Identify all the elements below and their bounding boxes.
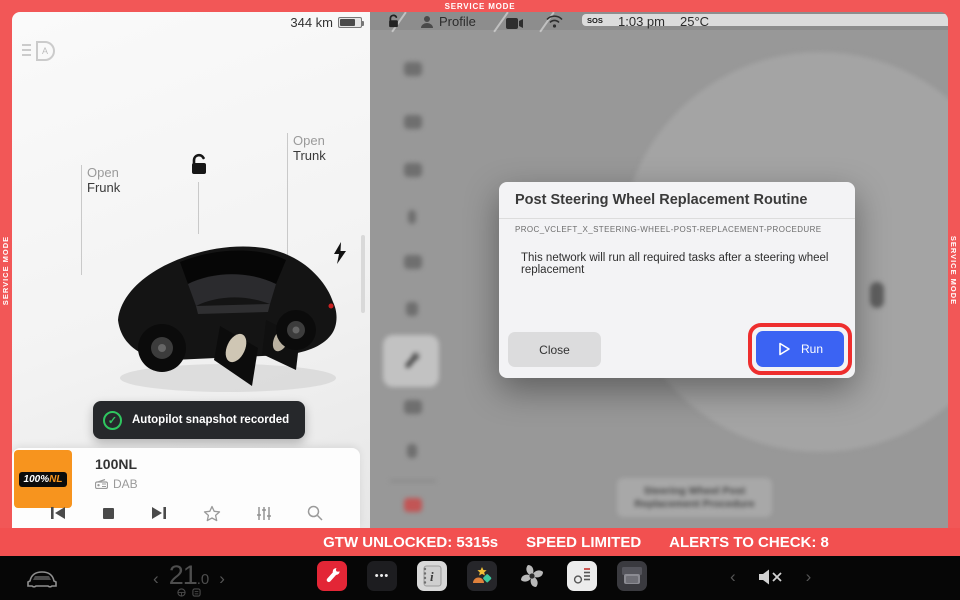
close-button[interactable]: Close: [508, 332, 601, 367]
volume-down-button[interactable]: ‹: [730, 564, 736, 590]
notebook-info-icon: i: [421, 565, 443, 587]
unlock-icon[interactable]: [188, 153, 210, 177]
autopilot-toast: ✓ Autopilot snapshot recorded: [93, 401, 305, 439]
vehicle-3d-view[interactable]: [100, 208, 352, 408]
modal-description: This network will run all required tasks…: [521, 252, 841, 276]
sidebar-selected-service-tab: [383, 335, 439, 387]
defrost-icon: [192, 588, 201, 597]
stop-button[interactable]: [102, 507, 115, 520]
dials-icon: [571, 565, 593, 587]
svg-text:A: A: [42, 46, 48, 56]
volume-controls: ‹ ›: [730, 564, 811, 590]
manual-app-icon[interactable]: i: [417, 561, 447, 591]
run-button-highlight-ring: Run: [748, 323, 852, 375]
modal-title: Post Steering Wheel Replacement Routine: [515, 192, 807, 208]
panel-scrollbar[interactable]: [361, 235, 365, 313]
speed-limited-status: SPEED LIMITED: [526, 534, 641, 551]
open-frunk-button[interactable]: Open Frunk: [87, 165, 120, 195]
sidebar-icon-2: [404, 115, 422, 129]
car-visualization-panel: 344 km A Open Frunk Open Trunk: [12, 12, 370, 528]
service-app-panel: Steering Wheel Post Replacement Procedur…: [370, 12, 948, 528]
fan-icon: [518, 562, 546, 590]
equalizer-button[interactable]: [256, 506, 272, 521]
service-mode-banner-right: SERVICE MODE: [948, 12, 960, 528]
search-button[interactable]: [307, 505, 323, 521]
statusbar-left: [12, 12, 370, 30]
service-alert-bar: GTW UNLOCKED: 5315s SPEED LIMITED ALERTS…: [0, 528, 960, 556]
profile-button[interactable]: Profile: [420, 14, 476, 29]
run-button[interactable]: Run: [756, 331, 844, 367]
taskbar: ‹ 21.0 › ••• i: [0, 556, 960, 600]
person-icon: [420, 15, 434, 29]
tuner-app-icon[interactable]: [567, 561, 597, 591]
service-mode-frame: SERVICE MODE SERVICE MODE SERVICE MODE 3…: [0, 0, 960, 600]
open-trunk-button[interactable]: Open Trunk: [293, 133, 326, 163]
temperature-value[interactable]: 21.0: [169, 560, 210, 591]
modal-divider: [499, 218, 855, 219]
sidebar-icon-3: [404, 163, 422, 177]
media-controls: [12, 500, 360, 526]
service-app-icon[interactable]: [317, 561, 347, 591]
statusbar-right: Profile SOS 1:03 pm 25°C: [370, 12, 948, 30]
muted-speaker-icon[interactable]: [758, 568, 784, 586]
main-content: 344 km A Open Frunk Open Trunk: [12, 12, 948, 528]
wrench-icon: [401, 351, 421, 371]
sidebar-icon-5: [404, 255, 422, 269]
steering-heater-icon: [177, 588, 186, 597]
media-player: 100%NL 100NL DAB: [12, 448, 360, 528]
service-mode-banner-left: SERVICE MODE: [0, 12, 12, 528]
frunk-pointer-line: [81, 165, 82, 275]
radio-icon: [95, 479, 108, 489]
printer-icon: [620, 565, 644, 587]
sidebar-divider: [390, 480, 436, 482]
volume-up-button[interactable]: ›: [806, 564, 812, 590]
climate-status-icons: [156, 588, 222, 597]
sidebar-exit-icon: [404, 498, 422, 512]
toybox-app-icon[interactable]: [467, 561, 497, 591]
vehicle-controls-icon[interactable]: [26, 567, 58, 589]
svg-text:i: i: [430, 569, 434, 584]
play-icon: [777, 342, 791, 356]
toybox-shapes-icon: [470, 564, 494, 588]
fan-app-icon[interactable]: [517, 561, 547, 591]
wrench-icon: [323, 567, 341, 585]
sidebar-icon-7: [404, 400, 422, 414]
sidebar-icon-8: [407, 444, 417, 458]
gtw-unlocked-status: GTW UNLOCKED: 5315s: [323, 534, 498, 551]
media-source: DAB: [95, 477, 138, 491]
dashcam-icon[interactable]: [506, 16, 523, 34]
sidebar-icon-1: [404, 62, 422, 76]
microphone-icon: [870, 282, 884, 308]
service-mode-banner-top: SERVICE MODE: [0, 0, 960, 12]
sidebar-icon-4: [408, 210, 416, 224]
steering-wheel-procedure-button: Steering Wheel Post Replacement Procedur…: [617, 478, 772, 517]
procedure-id: PROC_VCLEFT_X_STEERING-WHEEL-POST-REPLAC…: [515, 225, 822, 234]
previous-track-button[interactable]: [49, 506, 67, 520]
more-apps-icon[interactable]: •••: [367, 561, 397, 591]
procedure-modal: Post Steering Wheel Replacement Routine …: [499, 182, 855, 378]
clock: 1:03 pm: [618, 14, 665, 29]
sidebar-icon-6: [406, 302, 418, 316]
outside-temperature: 25°C: [680, 14, 709, 29]
wifi-icon[interactable]: [546, 15, 563, 33]
trunk-printer-app-icon[interactable]: [617, 561, 647, 591]
favorite-star-button[interactable]: [203, 505, 221, 522]
alerts-to-check-status: ALERTS TO CHECK: 8: [669, 534, 829, 551]
headlight-auto-icon: A: [18, 38, 58, 64]
station-name[interactable]: 100NL: [95, 456, 137, 472]
lock-status-icon[interactable]: [386, 14, 401, 29]
next-track-button[interactable]: [150, 506, 168, 520]
check-circle-icon: ✓: [103, 411, 122, 430]
